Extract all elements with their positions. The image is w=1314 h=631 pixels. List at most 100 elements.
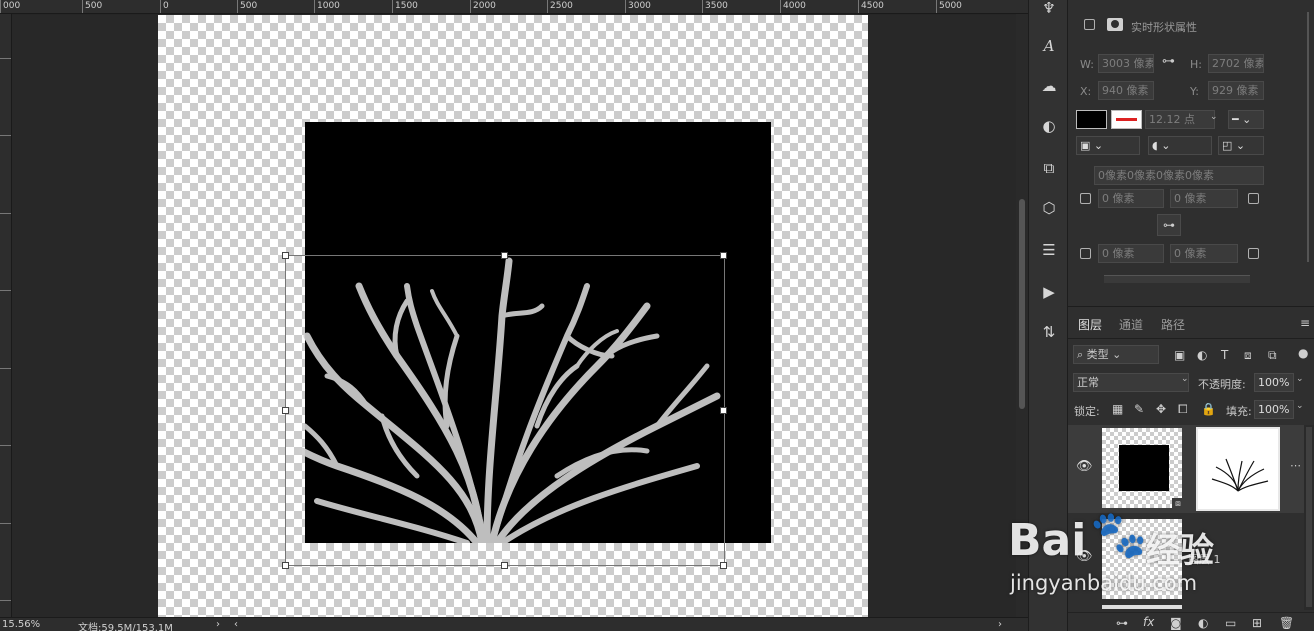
- ruler-label: 000: [3, 1, 21, 11]
- shape-transform-icon[interactable]: [1084, 19, 1095, 30]
- ruler-label: 2000: [473, 1, 496, 11]
- shape-layer-thumbnail: ⧈: [1102, 428, 1184, 510]
- panel-menu-icon[interactable]: ≡: [1300, 316, 1310, 330]
- character-panel-icon[interactable]: A: [1037, 34, 1061, 58]
- clone-source-icon[interactable]: ⧉: [1037, 156, 1061, 180]
- transform-handle-tr[interactable]: [720, 252, 727, 259]
- ruler-label: 5000: [939, 1, 962, 11]
- stroke-size-field[interactable]: 12.12 点: [1145, 110, 1215, 129]
- filter-toggle-icon[interactable]: ●: [1298, 346, 1308, 360]
- adjustments-icon[interactable]: ◐: [1037, 114, 1061, 138]
- blend-mode-dropdown[interactable]: 正常: [1073, 373, 1189, 392]
- stroke-corners-dropdown[interactable]: ◰ ⌄: [1218, 136, 1264, 155]
- fill-label: 填充:: [1226, 405, 1252, 418]
- layer-more-icon[interactable]: ⋯: [1290, 459, 1301, 472]
- opacity-field[interactable]: 100%: [1254, 373, 1294, 392]
- free-transform-box[interactable]: [282, 252, 727, 569]
- mask-coral-preview: [1211, 458, 1269, 492]
- filter-type-icon[interactable]: T: [1221, 348, 1228, 362]
- mask-icon[interactable]: [1107, 18, 1123, 31]
- document-canvas[interactable]: [158, 15, 868, 617]
- transform-handle-br[interactable]: [720, 562, 727, 569]
- layer-filter-kind: 类型: [1086, 348, 1109, 361]
- tab-layers[interactable]: 图层: [1078, 316, 1102, 333]
- link-corners-button[interactable]: ⊶: [1157, 214, 1181, 236]
- actions-play-icon[interactable]: ▶: [1037, 280, 1061, 304]
- status-menu-arrow-icon[interactable]: ›: [216, 619, 220, 630]
- horizontal-ruler[interactable]: 000 500 0 500 1000 1500 2000 2500 3000 3…: [0, 0, 1028, 14]
- ruler-label: 1000: [317, 1, 340, 11]
- scroll-left-arrow-icon[interactable]: ‹: [234, 619, 238, 630]
- stroke-align-dropdown[interactable]: ▣ ⌄: [1076, 136, 1140, 155]
- corner-br-field[interactable]: 0 像素: [1170, 244, 1238, 263]
- shape-badge-icon: ⧈: [1172, 498, 1184, 510]
- corner-bl-field[interactable]: 0 像素: [1098, 244, 1164, 263]
- x-field[interactable]: 940 像素: [1098, 81, 1154, 100]
- ruler-label: 4000: [783, 1, 806, 11]
- filter-adjustment-icon[interactable]: ◐: [1197, 348, 1207, 362]
- stroke-caps-dropdown[interactable]: ◖ ⌄: [1148, 136, 1212, 155]
- fill-color-swatch[interactable]: [1076, 110, 1107, 129]
- opacity-dropdown-icon[interactable]: ⌄: [1296, 374, 1304, 384]
- blend-mode-dropdown-icon[interactable]: ⌄: [1181, 374, 1189, 384]
- document-size[interactable]: 文档:59.5M/153.1M: [78, 619, 173, 631]
- height-field[interactable]: 2702 像素: [1208, 54, 1264, 73]
- filter-shape-icon[interactable]: ⧈: [1244, 348, 1252, 363]
- lock-all-icon[interactable]: 🔒: [1201, 402, 1216, 416]
- lock-position-icon[interactable]: ✥: [1156, 402, 1166, 416]
- watermark-brand: Bai: [1008, 515, 1087, 566]
- corner-radius-all-field[interactable]: 0像素0像素0像素0像素: [1094, 166, 1264, 185]
- stroke-size-dropdown-icon[interactable]: ⌄: [1210, 112, 1218, 122]
- ruler-label: 0: [163, 1, 169, 11]
- link-icon[interactable]: ⊶: [1162, 54, 1175, 69]
- width-field[interactable]: 3003 像素: [1098, 54, 1154, 73]
- brush-preset-icon[interactable]: ♆: [1037, 0, 1061, 20]
- watermark: Bai 🐾 经验 jingyanbaidu.com: [1008, 507, 1308, 625]
- lock-label: 锁定:: [1074, 405, 1100, 418]
- fill-dropdown-icon[interactable]: ⌄: [1296, 401, 1304, 411]
- visibility-eye-icon[interactable]: 👁: [1076, 459, 1093, 474]
- layer-filter-dropdown[interactable]: ⌕ 类型 ⌄: [1073, 345, 1159, 364]
- properties-scrollbar[interactable]: [1304, 2, 1312, 302]
- tab-channels[interactable]: 通道: [1119, 316, 1143, 333]
- vertical-ruler[interactable]: [0, 14, 12, 617]
- corner-tr-icon: [1248, 193, 1259, 204]
- transform-handle-b[interactable]: [501, 562, 508, 569]
- ruler-label: 1500: [395, 1, 418, 11]
- corner-bl-icon: [1080, 248, 1091, 259]
- transform-handle-tl[interactable]: [282, 252, 289, 259]
- fill-field[interactable]: 100%: [1254, 400, 1294, 419]
- path-operations-row[interactable]: [1104, 275, 1250, 283]
- lock-image-icon[interactable]: ✎: [1134, 402, 1144, 416]
- transform-handle-bl[interactable]: [282, 562, 289, 569]
- stroke-type-dropdown[interactable]: ━ ⌄: [1228, 110, 1264, 129]
- ruler-label: 3500: [705, 1, 728, 11]
- transform-handle-r[interactable]: [720, 407, 727, 414]
- stroke-color-swatch[interactable]: [1111, 110, 1142, 129]
- libraries-icon[interactable]: ☁: [1037, 74, 1061, 98]
- corner-tr-field[interactable]: 0 像素: [1170, 189, 1238, 208]
- lock-transparent-icon[interactable]: ▦: [1112, 402, 1123, 416]
- corner-tl-icon: [1080, 193, 1091, 204]
- height-label: H:: [1190, 58, 1202, 71]
- y-field[interactable]: 929 像素: [1208, 81, 1264, 100]
- scroll-right-arrow-icon[interactable]: ›: [998, 619, 1002, 630]
- corner-tl-field[interactable]: 0 像素: [1098, 189, 1164, 208]
- x-label: X:: [1080, 85, 1092, 98]
- transform-handle-t[interactable]: [501, 252, 508, 259]
- layer-mask-thumbnail[interactable]: [1196, 427, 1280, 511]
- filter-smart-object-icon[interactable]: ⧉: [1268, 348, 1277, 363]
- layer-row-shape[interactable]: 👁 ⧈ ⋯: [1068, 425, 1304, 513]
- filter-pixel-icon[interactable]: ▣: [1174, 348, 1185, 362]
- history-icon[interactable]: ⇅: [1037, 320, 1061, 344]
- lock-artboard-icon[interactable]: ⧠: [1178, 402, 1188, 417]
- properties-panel-icon[interactable]: ☰: [1037, 238, 1061, 262]
- canvas-workspace[interactable]: [12, 15, 1016, 617]
- ruler-label: 2500: [550, 1, 573, 11]
- transform-handle-l[interactable]: [282, 407, 289, 414]
- zoom-level[interactable]: 15.56%: [2, 619, 40, 630]
- tab-paths[interactable]: 路径: [1161, 316, 1185, 333]
- ruler-label: 3000: [628, 1, 651, 11]
- watermark-site: jingyanbaidu.com: [1010, 571, 1198, 595]
- 3d-panel-icon[interactable]: ⬡: [1037, 196, 1061, 220]
